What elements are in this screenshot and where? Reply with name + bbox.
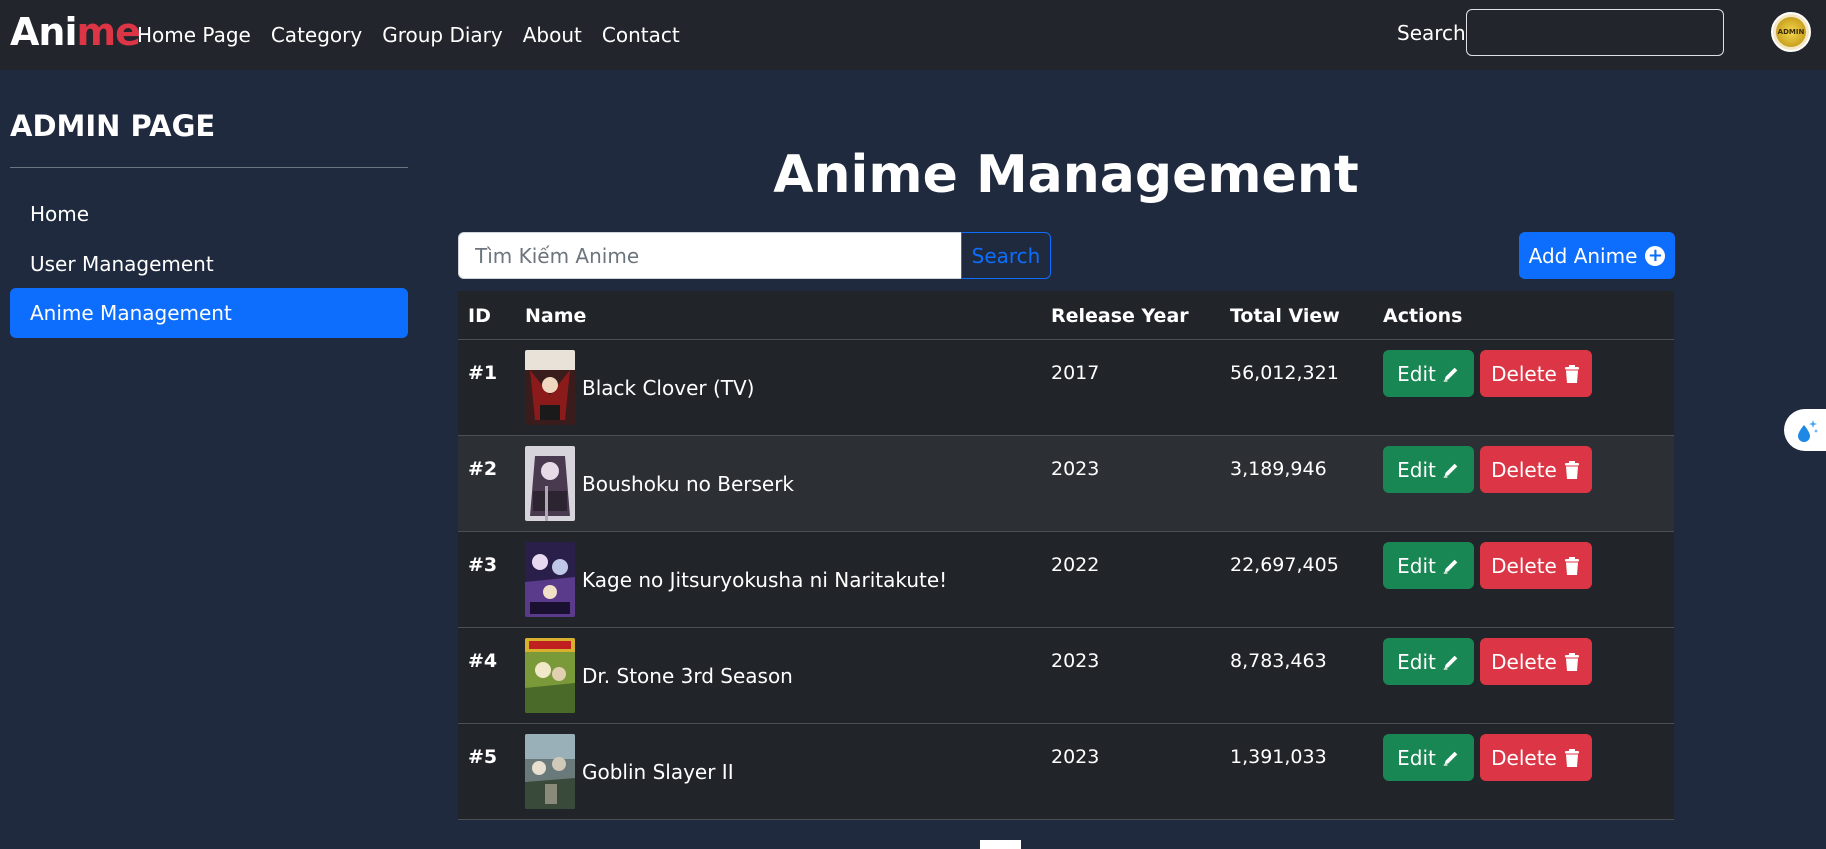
delete-button[interactable]: Delete — [1480, 638, 1592, 685]
sidebar-divider — [10, 167, 408, 168]
nav-links: Home Page Category Group Diary About Con… — [137, 0, 700, 70]
row-id: #2 — [468, 458, 498, 480]
edit-button[interactable]: Edit — [1383, 734, 1474, 781]
pencil-icon — [1443, 655, 1458, 670]
plus-circle-icon: + — [1645, 245, 1666, 266]
pencil-icon — [1443, 367, 1458, 382]
anime-poster-image — [525, 542, 575, 617]
edit-button[interactable]: Edit — [1383, 446, 1474, 493]
delete-button[interactable]: Delete — [1480, 542, 1592, 589]
brand-text-part2: me — [76, 10, 141, 54]
sidebar-item-home[interactable]: Home — [10, 189, 408, 239]
header-release-year: Release Year — [1051, 305, 1189, 327]
edit-label: Edit — [1397, 745, 1436, 770]
edit-label: Edit — [1397, 649, 1436, 674]
nav-link-home-page[interactable]: Home Page — [137, 23, 251, 47]
edit-button[interactable]: Edit — [1383, 638, 1474, 685]
page-title: Anime Management — [773, 145, 1359, 205]
brand-text-part1: Ani — [10, 10, 77, 54]
row-id: #1 — [468, 362, 498, 384]
release-year: 2023 — [1051, 650, 1100, 672]
trash-icon — [1564, 364, 1579, 383]
nav-link-about[interactable]: About — [523, 23, 582, 47]
pencil-icon — [1443, 463, 1458, 478]
row-id: #5 — [468, 746, 498, 768]
edit-label: Edit — [1397, 361, 1436, 386]
delete-button[interactable]: Delete — [1480, 446, 1592, 493]
avatar-badge: ADMIN — [1776, 17, 1806, 47]
table-row: #2 Boushoku no Berserk 2023 3,189,946 Ed… — [458, 436, 1674, 532]
trash-icon — [1564, 556, 1579, 575]
anime-poster-image — [525, 734, 575, 809]
row-id: #4 — [468, 650, 498, 672]
delete-label: Delete — [1491, 457, 1557, 482]
anime-name: Boushoku no Berserk — [582, 472, 795, 496]
header-id: ID — [468, 305, 491, 327]
trash-icon — [1564, 748, 1579, 767]
pencil-icon — [1443, 559, 1458, 574]
anime-name: Kage no Jitsuryokusha ni Naritakute! — [582, 568, 948, 592]
nav-link-group-diary[interactable]: Group Diary — [382, 23, 503, 47]
anime-poster-image — [525, 350, 575, 425]
add-anime-label: Add Anime — [1528, 243, 1638, 268]
delete-button[interactable]: Delete — [1480, 350, 1592, 397]
delete-label: Delete — [1491, 361, 1557, 386]
total-view: 56,012,321 — [1230, 362, 1339, 384]
trash-icon — [1564, 460, 1579, 479]
anime-name: Dr. Stone 3rd Season — [582, 664, 793, 688]
total-view: 8,783,463 — [1230, 650, 1327, 672]
delete-label: Delete — [1491, 553, 1557, 578]
nav-search-input[interactable] — [1466, 9, 1724, 56]
table-row: #4 Dr. Stone 3rd Season 2023 8,783,463 E… — [458, 628, 1674, 724]
floating-assistant-widget[interactable] — [1784, 409, 1826, 451]
edit-label: Edit — [1397, 553, 1436, 578]
total-view: 1,391,033 — [1230, 746, 1327, 768]
header-actions: Actions — [1383, 305, 1463, 327]
total-view: 3,189,946 — [1230, 458, 1327, 480]
sidebar-item-user-management[interactable]: User Management — [10, 239, 408, 289]
release-year: 2017 — [1051, 362, 1100, 384]
anime-poster-image — [525, 446, 575, 521]
trash-icon — [1564, 652, 1579, 671]
brand-logo[interactable]: Anime — [10, 10, 141, 54]
total-view: 22,697,405 — [1230, 554, 1339, 576]
release-year: 2023 — [1051, 746, 1100, 768]
add-anime-button[interactable]: Add Anime + — [1519, 232, 1675, 279]
anime-poster-image — [525, 638, 575, 713]
edit-label: Edit — [1397, 457, 1436, 482]
top-navbar: Anime Home Page Category Group Diary Abo… — [0, 0, 1826, 70]
table-row: #1 Black Clover (TV) 2017 56,012,321 Edi… — [458, 340, 1674, 436]
delete-label: Delete — [1491, 745, 1557, 770]
header-name: Name — [525, 305, 587, 327]
table-row: #5 Goblin Slayer II 2023 1,391,033 Edit … — [458, 724, 1674, 820]
pencil-icon — [1443, 751, 1458, 766]
table-row: #3 Kage no Jitsuryokusha ni Naritakute! … — [458, 532, 1674, 628]
anime-name: Goblin Slayer II — [582, 760, 734, 784]
release-year: 2023 — [1051, 458, 1100, 480]
anime-search-button[interactable]: Search — [961, 232, 1051, 279]
anime-table: ID Name Release Year Total View Actions … — [458, 291, 1674, 820]
header-total-view: Total View — [1230, 305, 1340, 327]
delete-button[interactable]: Delete — [1480, 734, 1592, 781]
pagination-current-page[interactable] — [980, 840, 1021, 849]
delete-label: Delete — [1491, 649, 1557, 674]
anime-name: Black Clover (TV) — [582, 376, 755, 400]
edit-button[interactable]: Edit — [1383, 542, 1474, 589]
sidebar-item-anime-management[interactable]: Anime Management — [10, 288, 408, 338]
nav-link-category[interactable]: Category — [271, 23, 362, 47]
nav-link-contact[interactable]: Contact — [602, 23, 680, 47]
release-year: 2022 — [1051, 554, 1100, 576]
row-id: #3 — [468, 554, 498, 576]
edit-button[interactable]: Edit — [1383, 350, 1474, 397]
anime-search-group: Search — [458, 232, 1051, 279]
sidebar-title: ADMIN PAGE — [10, 109, 216, 143]
nav-search-label: Search — [1397, 21, 1466, 45]
avatar[interactable]: ADMIN — [1771, 12, 1811, 52]
anime-search-input[interactable] — [458, 232, 962, 279]
table-header-row: ID Name Release Year Total View Actions — [458, 291, 1674, 340]
sparkle-drop-icon — [1798, 420, 1818, 442]
